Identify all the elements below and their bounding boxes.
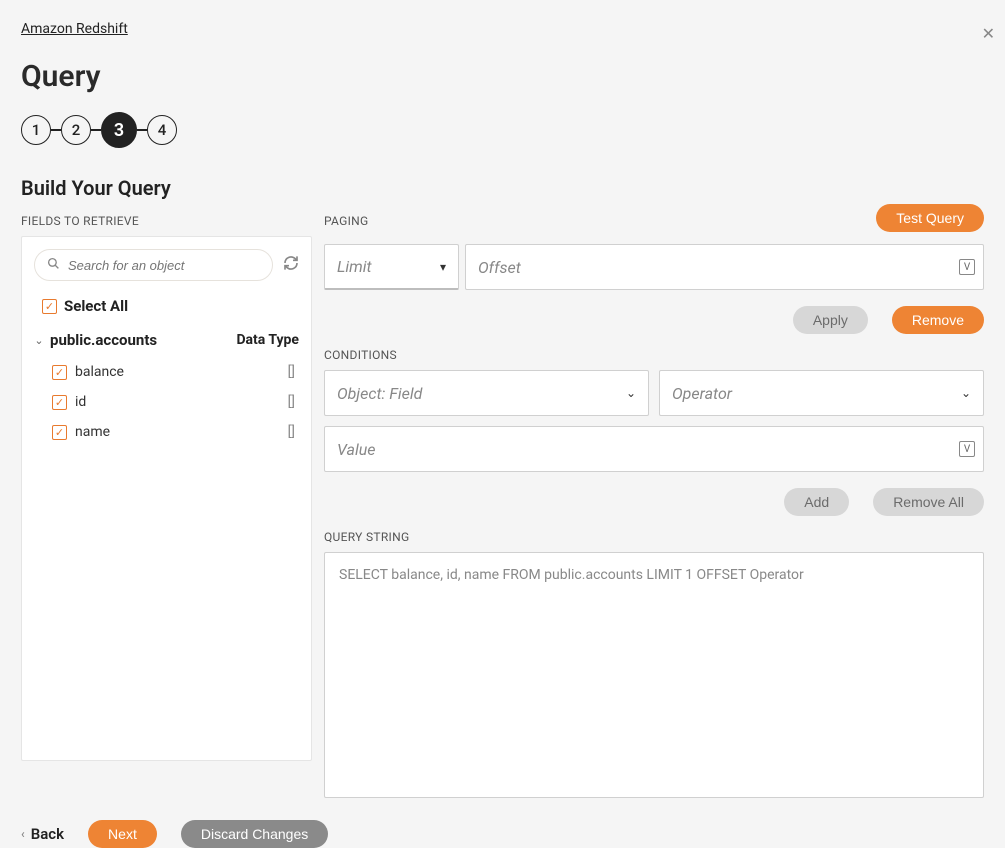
object-name: public.accounts [50, 331, 157, 349]
step-2[interactable]: 2 [61, 115, 91, 145]
query-string-label: QUERY STRING [324, 530, 984, 544]
select-all-label: Select All [64, 297, 128, 315]
paging-label: PAGING [324, 214, 369, 228]
conditions-label: CONDITIONS [324, 348, 984, 362]
field-row: ✓ name [] [34, 417, 299, 447]
step-1[interactable]: 1 [21, 115, 51, 145]
apply-button[interactable]: Apply [793, 306, 868, 334]
back-label: Back [31, 825, 64, 843]
search-input[interactable] [68, 258, 260, 273]
variable-icon[interactable]: V [959, 259, 975, 275]
object-field-placeholder: Object: Field [337, 384, 422, 403]
chevron-down-icon[interactable]: ⌄ [34, 334, 44, 347]
value-placeholder: Value [337, 440, 376, 459]
field-checkbox[interactable]: ✓ [52, 425, 67, 440]
footer: ‹ Back Next Discard Changes [0, 798, 1005, 848]
chevron-down-icon: ▾ [440, 260, 446, 274]
field-row: ✓ balance [] [34, 357, 299, 387]
operator-select[interactable]: Operator ⌄ [659, 370, 984, 416]
query-string-box[interactable]: SELECT balance, id, name FROM public.acc… [324, 552, 984, 798]
field-datatype: [] [288, 394, 299, 410]
chevron-left-icon: ‹ [21, 827, 25, 841]
field-name: name [75, 424, 110, 440]
offset-placeholder: Offset [478, 258, 521, 277]
search-icon [47, 257, 60, 274]
refresh-icon[interactable] [283, 255, 299, 275]
datatype-header: Data Type [236, 332, 299, 348]
object-field-select[interactable]: Object: Field ⌄ [324, 370, 649, 416]
chevron-down-icon: ⌄ [626, 386, 636, 400]
field-row: ✓ id [] [34, 387, 299, 417]
limit-placeholder: Limit [337, 257, 372, 276]
remove-all-button[interactable]: Remove All [873, 488, 984, 516]
step-connector [91, 129, 101, 131]
operator-placeholder: Operator [672, 384, 732, 403]
field-name: id [75, 394, 86, 410]
field-name: balance [75, 364, 124, 380]
add-button[interactable]: Add [784, 488, 849, 516]
fields-panel: ✓ Select All ⌄ public.accounts Data Type… [21, 236, 312, 761]
test-query-button[interactable]: Test Query [876, 204, 984, 232]
step-4[interactable]: 4 [147, 115, 177, 145]
close-icon[interactable]: ✕ [982, 24, 995, 43]
limit-select[interactable]: Limit ▾ [324, 244, 459, 290]
variable-icon[interactable]: V [959, 441, 975, 457]
field-datatype: [] [288, 364, 299, 380]
page-title: Query [21, 59, 1005, 94]
field-checkbox[interactable]: ✓ [52, 365, 67, 380]
offset-input[interactable]: Offset V [465, 244, 984, 290]
value-input[interactable]: Value V [324, 426, 984, 472]
section-title: Build Your Query [21, 176, 1005, 200]
step-3[interactable]: 3 [101, 112, 137, 148]
field-list: ✓ balance [] ✓ id [] ✓ name [] [34, 357, 299, 447]
chevron-down-icon: ⌄ [961, 386, 971, 400]
stepper: 1 2 3 4 [21, 112, 1005, 148]
back-button[interactable]: ‹ Back [21, 825, 64, 843]
search-input-wrap[interactable] [34, 249, 273, 281]
select-all-checkbox[interactable]: ✓ [42, 299, 57, 314]
field-checkbox[interactable]: ✓ [52, 395, 67, 410]
field-datatype: [] [288, 424, 299, 440]
breadcrumb: Amazon Redshift [0, 0, 1005, 37]
step-connector [51, 129, 61, 131]
step-connector [137, 129, 147, 131]
breadcrumb-link[interactable]: Amazon Redshift [21, 21, 128, 37]
fields-label: FIELDS TO RETRIEVE [21, 214, 312, 228]
remove-button[interactable]: Remove [892, 306, 984, 334]
